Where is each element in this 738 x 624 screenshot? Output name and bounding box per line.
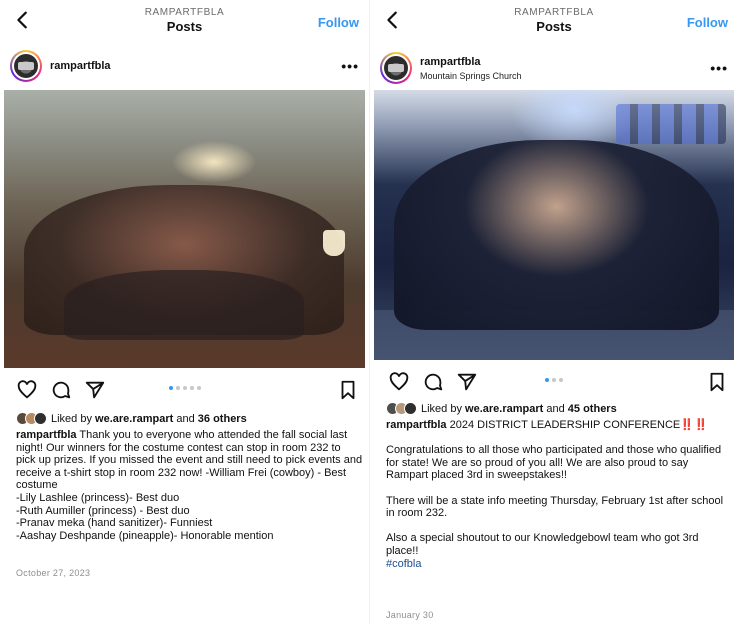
header-title-block: RAMPARTFBLA Posts	[0, 7, 369, 35]
post-date: October 27, 2023	[16, 568, 91, 578]
avatar[interactable]	[380, 52, 412, 84]
likes-prefix: Liked by	[51, 412, 92, 425]
post-actions	[370, 368, 738, 394]
hashtag-link[interactable]: #cofbla	[386, 558, 732, 571]
caption-paragraph: There will be a state info meeting Thurs…	[386, 494, 724, 520]
post-panel-right: RAMPARTFBLA Posts Follow rampartfbla Mou…	[369, 0, 738, 624]
comment-icon[interactable]	[50, 379, 72, 401]
bookmark-icon[interactable]	[706, 371, 728, 393]
post-location[interactable]: Mountain Springs Church	[420, 71, 522, 81]
caption-headline: 2024 DISTRICT LEADERSHIP CONFERENCE	[449, 419, 681, 431]
carousel-dot	[175, 386, 180, 390]
post-actions	[0, 376, 369, 402]
carousel-dot	[189, 386, 194, 390]
carousel-dot	[196, 386, 201, 390]
photo-wall-shape	[616, 104, 726, 144]
caption-line: -Lily Lashlee (princess)- Best duo	[16, 491, 180, 504]
likes-count[interactable]: 45 others	[568, 403, 617, 415]
caption-line: -Pranav meka (hand sanitizer)- Funniest	[16, 517, 213, 530]
post-caption: rampartfbla Thank you to everyone who at…	[16, 429, 363, 542]
posts-header: RAMPARTFBLA Posts Follow	[370, 0, 738, 40]
carousel-dot	[182, 386, 187, 390]
follow-button[interactable]: Follow	[687, 15, 728, 30]
heart-icon[interactable]	[388, 371, 410, 393]
post-date: January 30	[386, 610, 434, 620]
post-panel-left: RAMPARTFBLA Posts Follow rampartfbla •••…	[0, 0, 369, 624]
likes-line[interactable]: Liked by we.are.rampart and 36 others	[16, 412, 247, 425]
likes-and: and	[546, 402, 565, 415]
avatar[interactable]	[10, 50, 42, 82]
carousel-dot	[545, 378, 549, 382]
likes-prefix: Liked by	[421, 402, 462, 415]
heart-icon[interactable]	[16, 379, 38, 401]
photo-group-shape	[394, 140, 719, 330]
header-title: Posts	[536, 19, 572, 34]
liker-avatars	[386, 402, 417, 415]
post-username[interactable]: rampartfbla	[50, 60, 111, 72]
post-header: rampartfbla •••	[0, 44, 369, 88]
more-icon[interactable]: •••	[710, 60, 728, 76]
post-photo[interactable]	[374, 90, 734, 360]
carousel-dot	[552, 378, 556, 382]
caption-username[interactable]: rampartfbla	[16, 429, 77, 441]
share-icon[interactable]	[84, 379, 106, 401]
header-username: RAMPARTFBLA	[144, 7, 225, 18]
carousel-dot	[559, 378, 563, 382]
post-photo[interactable]	[4, 90, 365, 368]
bookmark-icon[interactable]	[337, 379, 359, 401]
likes-and: and	[176, 412, 195, 425]
posts-header: RAMPARTFBLA Posts Follow	[0, 0, 369, 40]
likes-user[interactable]: we.are.rampart	[95, 413, 173, 425]
caption-paragraph: Congratulations to all those who partici…	[386, 444, 722, 482]
header-title-block: RAMPARTFBLA Posts	[370, 7, 738, 35]
caption-emoji: ‼️‼️	[680, 419, 708, 431]
likes-user[interactable]: we.are.rampart	[465, 403, 543, 415]
share-icon[interactable]	[456, 371, 478, 393]
comment-icon[interactable]	[422, 371, 444, 393]
likes-count[interactable]: 36 others	[198, 413, 247, 425]
photo-foreground-shape	[64, 270, 304, 340]
header-username: RAMPARTFBLA	[514, 7, 594, 18]
carousel-dots	[370, 378, 738, 382]
caption-line: -Aashay Deshpande (pineapple)- Honorable…	[16, 529, 274, 542]
caption-line: -Ruth Aumiller (princess) - Best duo	[16, 504, 190, 517]
post-header: rampartfbla Mountain Springs Church •••	[370, 46, 738, 90]
carousel-dots	[0, 386, 369, 390]
post-username[interactable]: rampartfbla	[420, 56, 481, 68]
caption-username[interactable]: rampartfbla	[386, 419, 447, 431]
liker-avatars	[16, 412, 47, 425]
follow-button[interactable]: Follow	[318, 15, 359, 30]
header-title: Posts	[166, 19, 203, 34]
more-icon[interactable]: •••	[341, 58, 359, 74]
photo-lamp-shape	[323, 230, 345, 256]
carousel-dot	[168, 386, 173, 390]
caption-paragraph: Also a special shoutout to our Knowledge…	[386, 532, 699, 557]
likes-line[interactable]: Liked by we.are.rampart and 45 others	[386, 402, 617, 415]
post-caption: rampartfbla 2024 DISTRICT LEADERSHIP CON…	[386, 419, 732, 570]
